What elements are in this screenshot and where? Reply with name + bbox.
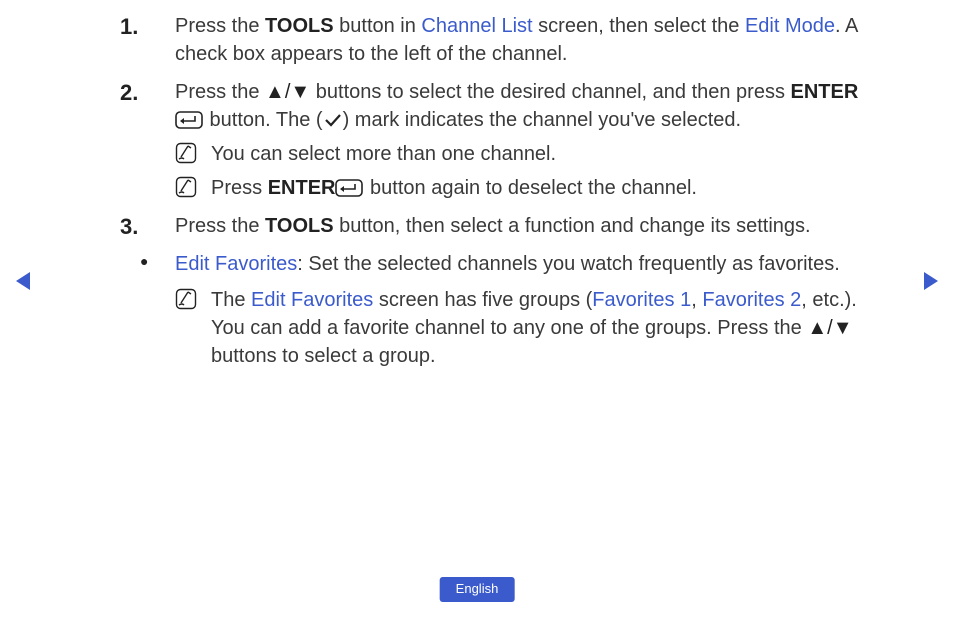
note-text: You can select more than one channel. — [211, 143, 556, 165]
text: Press the — [175, 215, 265, 237]
text: Press the — [175, 15, 265, 37]
note-line: The Edit Favorites screen has five group… — [175, 286, 879, 370]
favorites-1-link: Favorites 1 — [592, 289, 691, 311]
note-icon — [175, 288, 197, 310]
step-1: Press the TOOLS button in Channel List s… — [120, 12, 879, 68]
enter-label: ENTER — [268, 177, 336, 199]
language-pill[interactable]: English — [440, 577, 515, 602]
note-line: You can select more than one channel. — [175, 140, 879, 168]
text: buttons to select a group. — [211, 345, 436, 367]
enter-icon — [175, 111, 203, 129]
tools-label: TOOLS — [265, 215, 334, 237]
text: button in — [334, 15, 422, 37]
triangle-right-icon — [922, 270, 940, 292]
text: Press the — [175, 81, 265, 103]
manual-page: Press the TOOLS button in Channel List s… — [0, 0, 954, 624]
step-3: Press the TOOLS button, then select a fu… — [120, 212, 879, 240]
prev-page-button[interactable] — [14, 270, 32, 300]
text: The — [211, 289, 251, 311]
up-down-arrows: ▲/▼ — [265, 81, 310, 103]
enter-icon — [335, 179, 363, 197]
triangle-left-icon — [14, 270, 32, 292]
text: , — [691, 289, 702, 311]
edit-favorites-link: Edit Favorites — [251, 289, 373, 311]
up-down-arrows: ▲/▼ — [807, 317, 852, 339]
favorites-2-link: Favorites 2 — [702, 289, 801, 311]
text: button. The ( — [204, 109, 323, 131]
text: ) mark indicates the channel you've sele… — [343, 109, 741, 131]
note-icon — [175, 142, 197, 164]
edit-mode-link: Edit Mode — [745, 15, 835, 37]
text: Press — [211, 177, 268, 199]
step-2: Press the ▲/▼ buttons to select the desi… — [120, 78, 879, 202]
text: buttons to select the desired channel, a… — [310, 81, 790, 103]
text: screen has five groups ( — [373, 289, 592, 311]
enter-label: ENTER — [791, 81, 859, 103]
tools-label: TOOLS — [265, 15, 334, 37]
next-page-button[interactable] — [922, 270, 940, 300]
text: button again to deselect the channel. — [364, 177, 696, 199]
language-label: English — [456, 581, 499, 596]
channel-list-link: Channel List — [421, 15, 532, 37]
note-line: Press ENTER button again to deselect the… — [175, 174, 879, 202]
text: screen, then select the — [533, 15, 745, 37]
text: button, then select a function and chang… — [334, 215, 811, 237]
bullet-edit-favorites: Edit Favorites: Set the selected channel… — [120, 250, 879, 370]
checkmark-icon — [324, 112, 342, 128]
edit-favorites-link: Edit Favorites — [175, 253, 297, 275]
text: : Set the selected channels you watch fr… — [297, 253, 840, 275]
note-icon — [175, 176, 197, 198]
content-body: Press the TOOLS button in Channel List s… — [120, 12, 879, 370]
